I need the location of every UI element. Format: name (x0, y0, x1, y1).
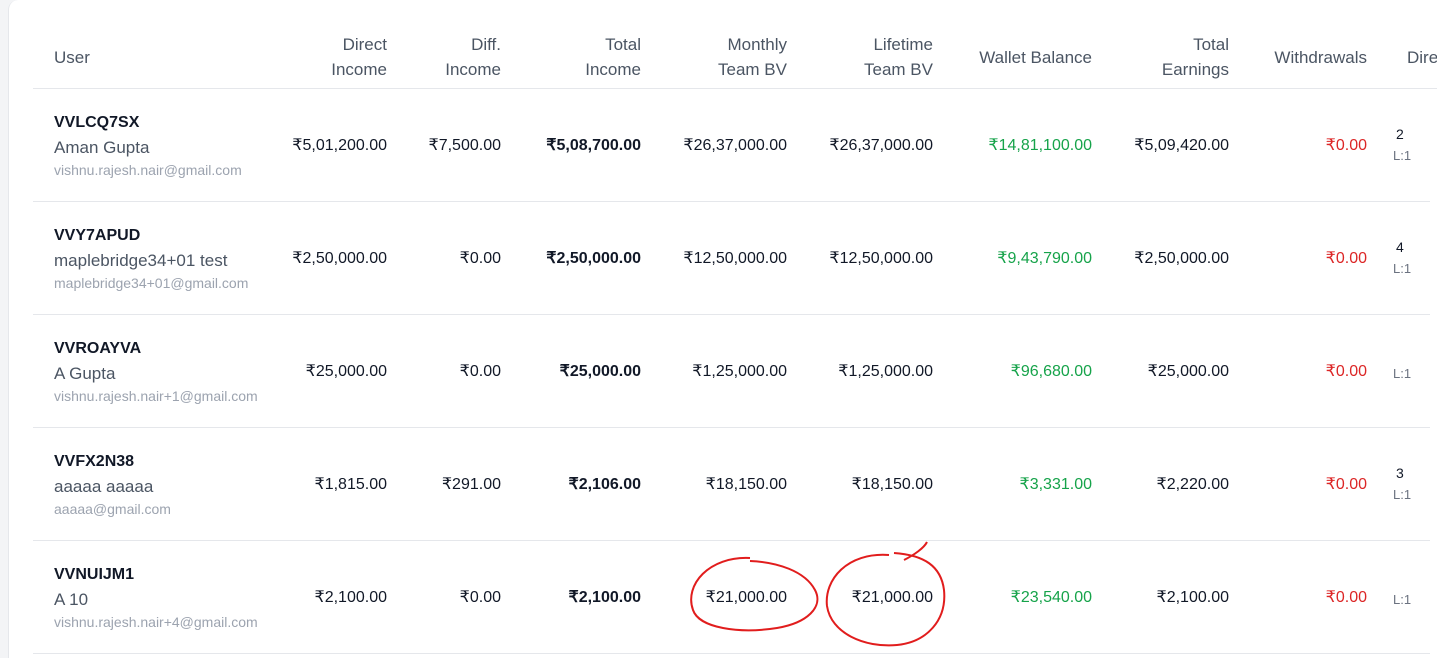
user-cell: VVNUIJM1 A 10 vishnu.rajesh.nair+4@gmail.c… (33, 540, 283, 654)
diff-income-cell: ₹7,500.00 (387, 88, 501, 202)
column-header-direct-income[interactable]: Direct Income (283, 26, 387, 89)
monthly-team-bv-cell: ₹1,25,000.00 (641, 314, 787, 428)
monthly-team-bv-cell: ₹26,37,000.00 (641, 88, 787, 202)
table-row[interactable]: VVROAYVA A Gupta vishnu.rajesh.nair+1@gmai… (33, 314, 1437, 428)
table-row[interactable]: VVLCQ7SX Aman Gupta vishnu.rajesh.nair@gma… (33, 88, 1437, 202)
column-header-withdrawals[interactable]: Withdrawals (1229, 26, 1367, 89)
lifetime-team-bv-cell: ₹21,000.00 (787, 540, 933, 654)
directs-cell: 4 L:1 (1367, 201, 1437, 315)
direct-income-cell: ₹5,01,200.00 (283, 88, 387, 202)
lifetime-team-bv-cell: ₹1,25,000.00 (787, 314, 933, 428)
monthly-team-bv-cell: ₹18,150.00 (641, 427, 787, 541)
direct-income-cell: ₹2,100.00 (283, 540, 387, 654)
wallet-balance-cell: ₹3,331.00 (933, 427, 1092, 541)
table-body: VVLCQ7SX Aman Gupta vishnu.rajesh.nair@gma… (33, 88, 1437, 654)
total-income-cell: ₹5,08,700.00 (501, 88, 641, 202)
column-header-wallet-balance[interactable]: Wallet Balance (933, 26, 1092, 89)
diff-income-cell: ₹0.00 (387, 201, 501, 315)
wallet-balance-cell: ₹23,540.00 (933, 540, 1092, 654)
directs-cell: 3 L:1 (1367, 427, 1437, 541)
monthly-team-bv-cell: ₹12,50,000.00 (641, 201, 787, 315)
table-row[interactable]: VVNUIJM1 A 10 vishnu.rajesh.nair+4@gmail.c… (33, 540, 1437, 654)
total-income-cell: ₹2,106.00 (501, 427, 641, 541)
withdrawals-cell: ₹0.00 (1229, 314, 1367, 428)
column-header-user[interactable]: User (33, 26, 283, 89)
user-id[interactable]: VVROAYVA (54, 337, 283, 361)
withdrawals-cell: ₹0.00 (1229, 88, 1367, 202)
user-id[interactable]: VVLCQ7SX (54, 111, 283, 135)
table-row[interactable]: VVFX2N38 aaaaa aaaaa aaaaa@gmail.com ₹1,815… (33, 427, 1437, 541)
total-earnings-cell: ₹2,220.00 (1092, 427, 1229, 541)
user-email: aaaaa@gmail.com (54, 500, 171, 517)
directs-cell: L:1 (1367, 314, 1437, 428)
total-earnings-cell: ₹2,100.00 (1092, 540, 1229, 654)
users-income-table-card: User Direct Income Diff. Income Total Incom… (8, 0, 1437, 658)
user-name: A Gupta (54, 363, 116, 383)
lifetime-team-bv-cell: ₹18,150.00 (787, 427, 933, 541)
column-header-diff-income[interactable]: Diff. Income (387, 26, 501, 89)
users-income-table: User Direct Income Diff. Income Total Incom… (33, 26, 1437, 654)
diff-income-cell: ₹0.00 (387, 314, 501, 428)
withdrawals-cell: ₹0.00 (1229, 540, 1367, 654)
table-header: User Direct Income Diff. Income Total Incom… (33, 26, 1437, 89)
user-id[interactable]: VVNUIJM1 (54, 563, 283, 587)
user-email: maplebridge34+01@gmail.com (54, 274, 249, 291)
total-earnings-cell: ₹25,000.00 (1092, 314, 1229, 428)
user-name: A 10 (54, 589, 89, 609)
total-income-cell: ₹25,000.00 (501, 314, 641, 428)
diff-income-cell: ₹0.00 (387, 540, 501, 654)
column-header-total-income[interactable]: Total Income (501, 26, 641, 89)
column-header-total-earnings[interactable]: Total Earnings (1092, 26, 1229, 89)
lifetime-team-bv-cell: ₹12,50,000.00 (787, 201, 933, 315)
user-email: vishnu.rajesh.nair+4@gmail.com (54, 613, 258, 630)
column-header-monthly-team-bv[interactable]: Monthly Team BV (641, 26, 787, 89)
total-income-cell: ₹2,100.00 (501, 540, 641, 654)
withdrawals-cell: ₹0.00 (1229, 427, 1367, 541)
table-row[interactable]: VVY7APUD maplebridge34+01 test maplebridge… (33, 201, 1437, 315)
user-email: vishnu.rajesh.nair@gmail.com (54, 161, 242, 178)
wallet-balance-cell: ₹14,81,100.00 (933, 88, 1092, 202)
right-edge (1430, 90, 1437, 658)
direct-income-cell: ₹2,50,000.00 (283, 201, 387, 315)
monthly-team-bv-cell: ₹21,000.00 (641, 540, 787, 654)
wallet-balance-cell: ₹96,680.00 (933, 314, 1092, 428)
withdrawals-cell: ₹0.00 (1229, 201, 1367, 315)
direct-income-cell: ₹25,000.00 (283, 314, 387, 428)
directs-cell: L:1 (1367, 540, 1437, 654)
user-name: maplebridge34+01 test (54, 250, 228, 270)
user-cell: VVFX2N38 aaaaa aaaaa aaaaa@gmail.com (33, 427, 283, 541)
column-header-lifetime-team-bv[interactable]: Lifetime Team BV (787, 26, 933, 89)
directs-cell: 2 L:1 (1367, 88, 1437, 202)
user-cell: VVLCQ7SX Aman Gupta vishnu.rajesh.nair@gma… (33, 88, 283, 202)
wallet-balance-cell: ₹9,43,790.00 (933, 201, 1092, 315)
total-income-cell: ₹2,50,000.00 (501, 201, 641, 315)
total-earnings-cell: ₹5,09,420.00 (1092, 88, 1229, 202)
user-cell: VVY7APUD maplebridge34+01 test maplebridge… (33, 201, 283, 315)
lifetime-team-bv-cell: ₹26,37,000.00 (787, 88, 933, 202)
direct-income-cell: ₹1,815.00 (283, 427, 387, 541)
user-name: Aman Gupta (54, 137, 150, 157)
user-name: aaaaa aaaaa (54, 476, 154, 496)
user-id[interactable]: VVY7APUD (54, 224, 283, 248)
diff-income-cell: ₹291.00 (387, 427, 501, 541)
user-email: vishnu.rajesh.nair+1@gmail.com (54, 387, 258, 404)
column-header-directs[interactable]: Dire (1367, 26, 1437, 89)
total-earnings-cell: ₹2,50,000.00 (1092, 201, 1229, 315)
user-id[interactable]: VVFX2N38 (54, 450, 283, 474)
user-cell: VVROAYVA A Gupta vishnu.rajesh.nair+1@gmai… (33, 314, 283, 428)
